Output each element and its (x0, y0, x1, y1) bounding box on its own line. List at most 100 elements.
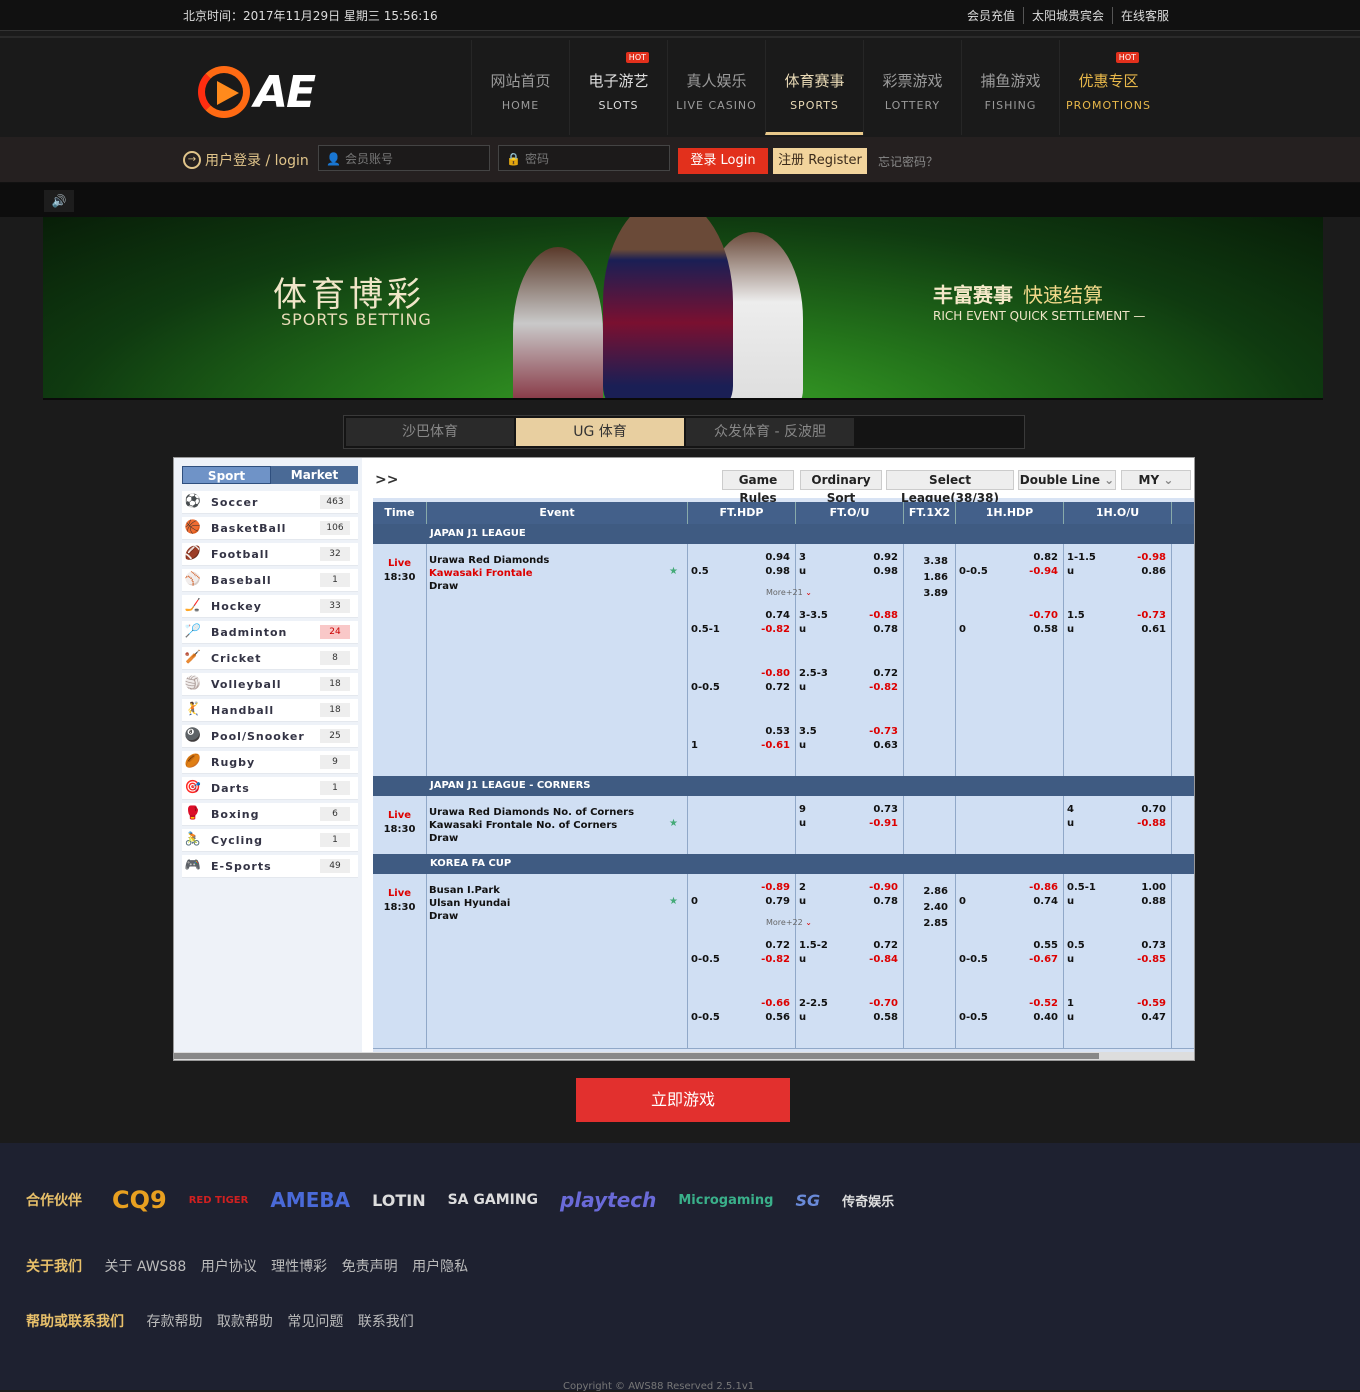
odds-value[interactable]: 0.79 (750, 896, 790, 907)
logo[interactable]: AE (198, 66, 316, 118)
odds-value[interactable]: -0.91 (858, 818, 898, 829)
sport-item[interactable]: 🏉 Rugby 9 (182, 751, 358, 774)
terms-link[interactable]: 用户协议 (201, 1259, 257, 1275)
game-rules-button[interactable]: Game Rules (722, 470, 794, 505)
odds-value[interactable]: 0.86 (1126, 566, 1166, 577)
recharge-link[interactable]: 会员充值 (959, 7, 1023, 24)
more-markets-link[interactable]: More+21 ⌄ (766, 588, 812, 597)
sport-item[interactable]: 🚴 Cycling 1 (182, 829, 358, 852)
register-button[interactable]: 注册 Register (773, 148, 867, 174)
nav-sports[interactable]: 体育赛事 SPORTS (765, 40, 863, 135)
sport-item[interactable]: 🥊 Boxing 6 (182, 803, 358, 826)
odds-value[interactable]: -0.73 (858, 726, 898, 737)
odds-value[interactable]: 2.85 (908, 918, 948, 929)
odds-value[interactable]: -0.61 (750, 740, 790, 751)
odds-value[interactable]: 0.53 (750, 726, 790, 737)
odds-value[interactable]: 2.86 (908, 886, 948, 897)
odds-type-select[interactable]: MY ⌄ (1121, 470, 1191, 490)
about-link[interactable]: 关于 AWS88 (104, 1259, 186, 1275)
match-event[interactable]: Busan I.Park Ulsan Hyundai Draw (429, 884, 510, 923)
odds-value[interactable]: -0.82 (858, 682, 898, 693)
odds-value[interactable]: 0.82 (1018, 552, 1058, 563)
nav-promotions[interactable]: HOT 优惠专区 PROMOTIONS (1059, 40, 1157, 135)
horizontal-scrollbar[interactable] (174, 1052, 1194, 1060)
league-header[interactable]: JAPAN J1 LEAGUE (373, 524, 1194, 544)
league-header[interactable]: KOREA FA CUP (373, 854, 1194, 874)
sport-item[interactable]: 🏒 Hockey 33 (182, 595, 358, 618)
odds-value[interactable]: 1.00 (1126, 882, 1166, 893)
odds-value[interactable]: 0.47 (1126, 1012, 1166, 1023)
odds-value[interactable]: -0.70 (858, 998, 898, 1009)
scrollbar-thumb[interactable] (174, 1053, 1099, 1059)
line-select[interactable]: Double Line ⌄ (1018, 470, 1116, 490)
odds-value[interactable]: -0.66 (750, 998, 790, 1009)
nav-live-casino[interactable]: 真人娱乐 LIVE CASINO (667, 40, 765, 135)
sport-item[interactable]: 🏸 Badminton 24 (182, 621, 358, 644)
odds-value[interactable]: -0.88 (858, 610, 898, 621)
odds-value[interactable]: -0.98 (1126, 552, 1166, 563)
more-markets-link[interactable]: More+22 ⌄ (766, 918, 812, 927)
tab-zhongfa[interactable]: 众发体育 - 反波胆 (686, 418, 854, 446)
odds-value[interactable]: -0.82 (750, 954, 790, 965)
favorite-star-icon[interactable]: ★ (669, 818, 678, 829)
tab-sport[interactable]: Sport (182, 466, 271, 484)
sport-item[interactable]: 🏏 Cricket 8 (182, 647, 358, 670)
match-event[interactable]: Urawa Red Diamonds Kawasaki Frontale Draw (429, 554, 549, 593)
odds-value[interactable]: -0.88 (1126, 818, 1166, 829)
sport-item[interactable]: 🏀 BasketBall 106 (182, 517, 358, 540)
sport-item[interactable]: ⚽ Soccer 463 (182, 491, 358, 514)
sport-item[interactable]: 🤾 Handball 18 (182, 699, 358, 722)
odds-value[interactable]: 0.74 (750, 610, 790, 621)
forgot-password-link[interactable]: 忘记密码？ (878, 153, 938, 170)
sport-item[interactable]: 🎯 Darts 1 (182, 777, 358, 800)
odds-value[interactable]: 0.58 (1018, 624, 1058, 635)
nav-slots[interactable]: HOT 电子游艺 SLOTS (569, 40, 667, 135)
speaker-icon[interactable]: 🔊 (44, 190, 74, 212)
tab-saba[interactable]: 沙巴体育 (346, 418, 514, 446)
odds-value[interactable]: 0.72 (750, 682, 790, 693)
password-input[interactable]: 🔒 密码 (498, 145, 670, 171)
odds-value[interactable]: -0.86 (1018, 882, 1058, 893)
privacy-link[interactable]: 用户隐私 (412, 1259, 468, 1275)
odds-value[interactable]: 0.73 (1126, 940, 1166, 951)
odds-value[interactable]: 0.70 (1126, 804, 1166, 815)
login-button[interactable]: 登录 Login (678, 148, 768, 174)
odds-value[interactable]: -0.70 (1018, 610, 1058, 621)
odds-value[interactable]: 0.61 (1126, 624, 1166, 635)
odds-value[interactable]: -0.84 (858, 954, 898, 965)
league-header[interactable]: JAPAN J1 LEAGUE - CORNERS (373, 776, 1194, 796)
tab-market[interactable]: Market (271, 466, 358, 484)
sport-item[interactable]: ⚾ Baseball 1 (182, 569, 358, 592)
favorite-star-icon[interactable]: ★ (669, 896, 678, 907)
username-input[interactable]: 👤 会员账号 (318, 145, 490, 171)
odds-value[interactable]: 0.98 (750, 566, 790, 577)
odds-value[interactable]: -0.80 (750, 668, 790, 679)
withdraw-help-link[interactable]: 取款帮助 (217, 1314, 273, 1330)
expand-arrow-icon[interactable]: >> (375, 472, 398, 488)
sport-item[interactable]: 🎮 E-Sports 49 (182, 855, 358, 878)
odds-value[interactable]: 3.38 (908, 556, 948, 567)
odds-value[interactable]: 0.55 (1018, 940, 1058, 951)
responsible-gaming-link[interactable]: 理性博彩 (271, 1259, 327, 1275)
vip-link[interactable]: 太阳城贵宾会 (1022, 7, 1112, 24)
odds-value[interactable]: -0.52 (1018, 998, 1058, 1009)
odds-value[interactable]: -0.67 (1018, 954, 1058, 965)
odds-value[interactable]: 0.74 (1018, 896, 1058, 907)
odds-value[interactable]: -0.89 (750, 882, 790, 893)
odds-value[interactable]: 0.73 (858, 804, 898, 815)
odds-value[interactable]: 2.40 (908, 902, 948, 913)
odds-value[interactable]: -0.85 (1126, 954, 1166, 965)
play-now-button[interactable]: 立即游戏 (576, 1078, 790, 1122)
odds-value[interactable]: -0.82 (750, 624, 790, 635)
odds-value[interactable]: 0.72 (858, 940, 898, 951)
sort-select[interactable]: Ordinary Sort (800, 470, 882, 505)
odds-value[interactable]: 3.89 (908, 588, 948, 599)
odds-value[interactable]: 0.78 (858, 896, 898, 907)
deposit-help-link[interactable]: 存款帮助 (146, 1314, 202, 1330)
odds-value[interactable]: 0.94 (750, 552, 790, 563)
sport-item[interactable]: 🏈 Football 32 (182, 543, 358, 566)
sport-item[interactable]: 🏐 Volleyball 18 (182, 673, 358, 696)
odds-value[interactable]: -0.73 (1126, 610, 1166, 621)
league-select[interactable]: Select League(38/38) (886, 470, 1014, 505)
contact-link[interactable]: 联系我们 (358, 1314, 414, 1330)
